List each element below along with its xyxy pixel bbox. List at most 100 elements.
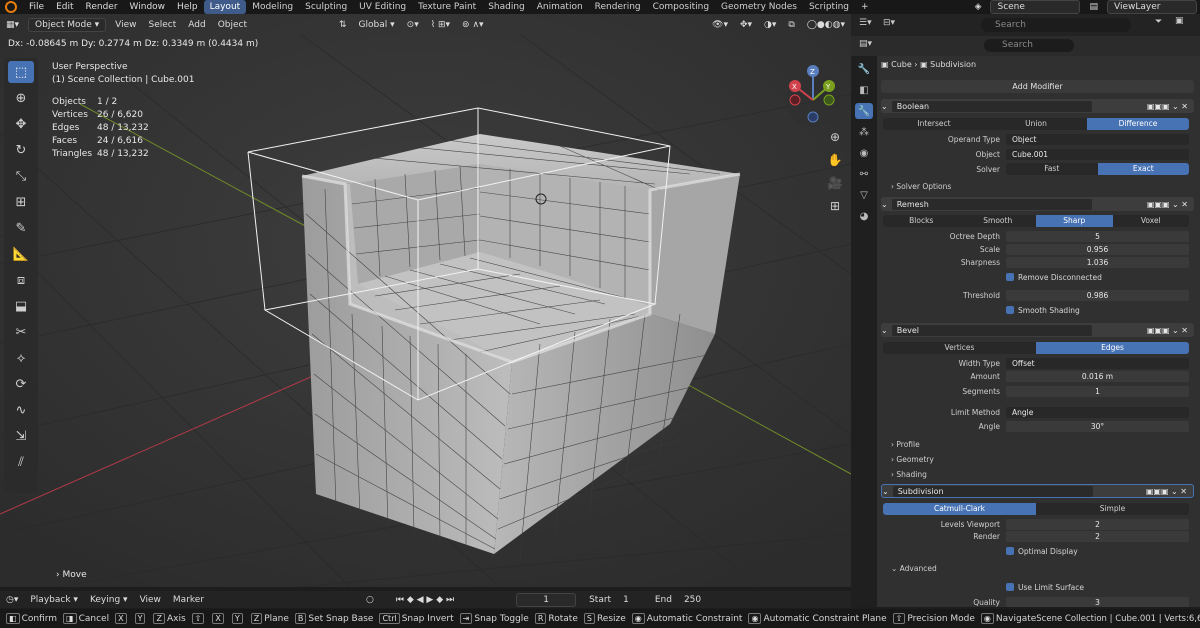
tool-tab-icon[interactable]: 🔧 — [855, 61, 873, 77]
scale-tool-icon[interactable]: ⤡ — [8, 165, 34, 187]
tab-geometry-nodes[interactable]: Geometry Nodes — [715, 0, 803, 14]
annotate-tool-icon[interactable]: ✎ — [8, 217, 34, 239]
checkbox-icon[interactable] — [1006, 306, 1014, 314]
optimal-display-checkbox[interactable]: Optimal Display — [1006, 545, 1200, 557]
extrude-tool-icon[interactable]: ⬓ — [8, 295, 34, 317]
last-operator-panel[interactable]: › Move — [56, 569, 87, 582]
remesh-name-field[interactable]: Remesh — [891, 198, 1092, 210]
tab-texture-paint[interactable]: Texture Paint — [412, 0, 482, 14]
tab-uv-editing[interactable]: UV Editing — [353, 0, 412, 14]
particles-tab-icon[interactable]: ⁂ — [855, 124, 873, 140]
rotate-tool-icon[interactable]: ↻ — [8, 139, 34, 161]
scale-field[interactable]: 0.956 — [1006, 243, 1189, 255]
measure-tool-icon[interactable]: 📐 — [8, 243, 34, 265]
smooth-tool-icon[interactable]: ∿ — [8, 399, 34, 421]
end-frame-field[interactable]: 250 — [678, 593, 707, 607]
menu-add[interactable]: Add — [182, 18, 211, 32]
add-cube-tool-icon[interactable]: ⧈ — [8, 269, 34, 291]
menu-select[interactable]: Select — [142, 18, 182, 32]
tab-layout[interactable]: Layout — [203, 0, 247, 14]
bevel-affect-selector[interactable]: Vertices Edges — [883, 342, 1189, 354]
funnel-icon[interactable]: ⏷ — [1155, 17, 1162, 27]
menu-file[interactable]: File — [23, 2, 50, 12]
menu-help[interactable]: Help — [171, 2, 204, 12]
boolean-name-field[interactable]: Boolean — [891, 100, 1092, 112]
editor-type-icon[interactable]: ▦▾ — [0, 18, 25, 32]
smooth-shading-checkbox[interactable]: Smooth Shading — [1006, 304, 1200, 316]
move-tool-icon[interactable]: ✥ — [8, 113, 34, 135]
op-difference[interactable]: Difference — [1087, 118, 1189, 130]
type-simple[interactable]: Simple — [1036, 503, 1189, 515]
mode-sharp[interactable]: Sharp — [1036, 215, 1113, 227]
tab-compositing[interactable]: Compositing — [647, 0, 715, 14]
modifier-toggle-icons[interactable]: ▣▣▣ ⌄ ✕ — [1147, 102, 1188, 111]
menu-render[interactable]: Render — [80, 2, 124, 12]
segments-field[interactable]: 1 — [1006, 385, 1189, 397]
knife-tool-icon[interactable]: ✂ — [8, 321, 34, 343]
modifier-toggle-icons[interactable]: ▣▣▣ ⌄ ✕ — [1147, 326, 1188, 335]
menu-object[interactable]: Object — [212, 18, 253, 32]
shading-toggle[interactable]: › Shading — [891, 470, 927, 479]
orientation-selector[interactable]: Global ▾ — [353, 18, 401, 32]
bevel-modifier-header[interactable]: ⌄ Bevel ▣▣▣ ⌄ ✕ — [881, 323, 1194, 337]
amount-field[interactable]: 0.016 m — [1006, 370, 1189, 382]
pivot-icon[interactable]: ⊙▾ — [401, 18, 425, 32]
menu-window[interactable]: Window — [124, 2, 172, 12]
affect-edges[interactable]: Edges — [1036, 342, 1189, 354]
shrink-tool-icon[interactable]: ⇲ — [8, 425, 34, 447]
type-catmull-clark[interactable]: Catmull-Clark — [883, 503, 1036, 515]
op-intersect[interactable]: Intersect — [883, 118, 985, 130]
checkbox-icon[interactable] — [1006, 583, 1014, 591]
menu-playback[interactable]: Playback ▾ — [24, 593, 84, 607]
visibility-icon[interactable]: 👁▾ — [706, 18, 734, 32]
op-union[interactable]: Union — [985, 118, 1087, 130]
checkbox-icon[interactable] — [1006, 547, 1014, 555]
add-modifier-button[interactable]: Add Modifier — [881, 80, 1194, 93]
constraints-tab-icon[interactable]: ⚯ — [855, 166, 873, 182]
modifier-tab-icon[interactable]: 🔧 — [855, 103, 873, 119]
outliner-editor-icon[interactable]: ☰▾ — [859, 18, 872, 28]
filter-icon[interactable]: ⊟▾ — [883, 18, 895, 28]
xray-toggle-icon[interactable]: ⧉ — [782, 18, 800, 32]
blender-logo-icon[interactable] — [5, 1, 17, 13]
quality-field[interactable]: 3 — [1006, 596, 1189, 607]
solver-exact[interactable]: Exact — [1097, 163, 1189, 175]
tab-scripting[interactable]: Scripting — [803, 0, 855, 14]
new-collection-icon[interactable]: ▣ — [1175, 16, 1184, 26]
overlay-toggle-icon[interactable]: ◑▾ — [758, 18, 782, 32]
scene-selector[interactable]: Scene — [990, 0, 1081, 14]
checkbox-icon[interactable] — [1006, 273, 1014, 281]
limit-method-select[interactable]: Angle — [1006, 406, 1189, 418]
current-frame-field[interactable]: 1 — [516, 592, 577, 607]
add-workspace-icon[interactable]: + — [855, 2, 875, 12]
tab-animation[interactable]: Animation — [531, 0, 589, 14]
remesh-mode-selector[interactable]: Blocks Smooth Sharp Voxel — [883, 215, 1189, 227]
profile-toggle[interactable]: › Profile — [891, 440, 920, 449]
tab-shading[interactable]: Shading — [482, 0, 531, 14]
pan-hand-icon[interactable]: ✋ — [826, 149, 844, 172]
boolean-modifier-header[interactable]: ⌄ Boolean ▣▣▣ ⌄ ✕ — [881, 99, 1194, 113]
affect-vertices[interactable]: Vertices — [883, 342, 1036, 354]
sharpness-field[interactable]: 1.036 — [1006, 256, 1189, 268]
data-tab-icon[interactable]: ▽ — [855, 187, 873, 203]
solver-selector[interactable]: Fast Exact — [1006, 163, 1189, 175]
timeline-editor-icon[interactable]: ◷▾ — [0, 593, 24, 607]
solver-fast[interactable]: Fast — [1006, 163, 1098, 175]
menu-keying[interactable]: Keying ▾ — [84, 593, 134, 607]
proportional-edit-icon[interactable]: ⊚ ∧▾ — [456, 18, 490, 32]
solver-options-toggle[interactable]: › Solver Options — [891, 182, 951, 191]
object-mode-selector[interactable]: Object Mode ▾ — [28, 18, 107, 32]
snap-icon[interactable]: ⌇ ⊞▾ — [425, 18, 456, 32]
modifier-toggle-icons[interactable]: ▣▣▣ ⌄ ✕ — [1146, 487, 1187, 496]
zoom-icon[interactable]: ⊕ — [826, 126, 844, 149]
threshold-field[interactable]: 0.986 — [1006, 289, 1189, 301]
levels-viewport-field[interactable]: 2 — [1006, 518, 1189, 530]
use-limit-surface-checkbox[interactable]: Use Limit Surface — [1006, 581, 1200, 593]
bevel-name-field[interactable]: Bevel — [891, 324, 1092, 336]
outliner-search-input[interactable]: Search — [981, 18, 1131, 32]
ortho-grid-icon[interactable]: ⊞ — [826, 195, 844, 218]
octree-depth-field[interactable]: 5 — [1006, 230, 1189, 242]
boolean-operation-selector[interactable]: Intersect Union Difference — [883, 118, 1189, 130]
angle-field[interactable]: 30° — [1006, 420, 1189, 432]
tab-rendering[interactable]: Rendering — [589, 0, 647, 14]
